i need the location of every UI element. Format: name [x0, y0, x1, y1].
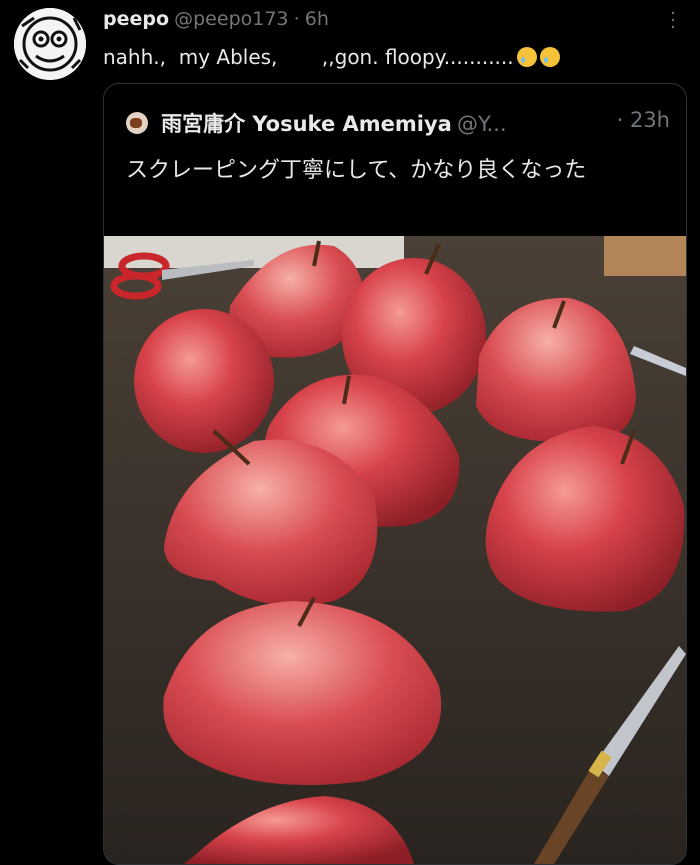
- quoted-header: 雨宮庸介 Yosuke Amemiya @Y...: [126, 108, 670, 138]
- quoted-tweet[interactable]: 雨宮庸介 Yosuke Amemiya @Y... · 23h スクレーピング丁…: [103, 83, 687, 865]
- quoted-text: スクレーピング丁寧にして、かなり良くなった: [126, 158, 587, 183]
- timestamp[interactable]: 6h: [305, 8, 329, 30]
- display-name[interactable]: peepo: [103, 8, 169, 30]
- tweet-text: nahh., my Ables, ,,gon. floopy..........…: [103, 45, 560, 69]
- crying-face-icon: [539, 47, 560, 67]
- apples-photo: [104, 236, 686, 864]
- quoted-handle[interactable]: @Y...: [457, 112, 507, 136]
- tweet-header: peepo @peepo173 · 6h: [103, 8, 660, 30]
- quoted-display-name[interactable]: 雨宮庸介 Yosuke Amemiya: [161, 112, 452, 136]
- more-options-icon[interactable]: · · ·: [668, 5, 678, 37]
- quoted-photo[interactable]: [104, 236, 686, 864]
- quoted-avatar[interactable]: [126, 112, 148, 134]
- quoted-timestamp[interactable]: · 23h: [617, 108, 670, 132]
- tweet-text-content: nahh., my Ables, ,,gon. floopy..........…: [103, 45, 514, 69]
- avatar-drawing: [14, 8, 86, 80]
- crying-face-icon: [516, 47, 537, 67]
- separator-dot: ·: [293, 8, 300, 30]
- avatar[interactable]: [14, 8, 86, 80]
- handle[interactable]: @peepo173: [174, 8, 288, 30]
